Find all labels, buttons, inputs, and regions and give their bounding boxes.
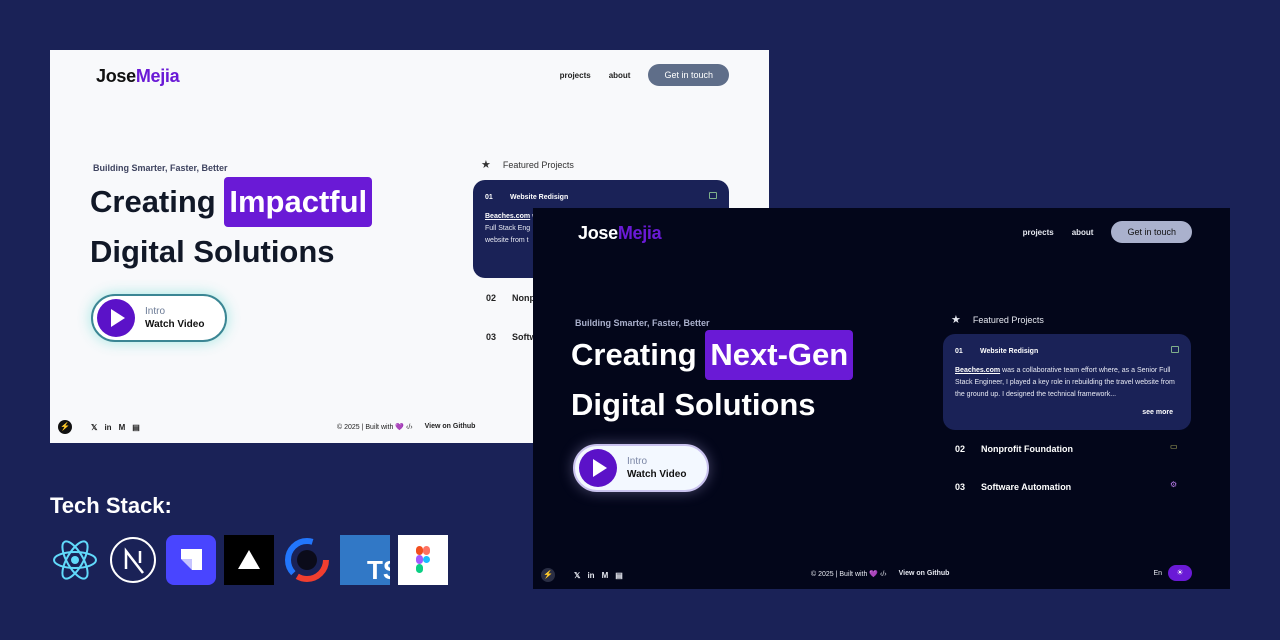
get-in-touch-button[interactable]: Get in touch <box>648 64 729 86</box>
svg-text:TS: TS <box>367 555 390 585</box>
language-label[interactable]: En <box>1153 570 1162 577</box>
project-row[interactable]: 03 Software Automation <box>955 482 1071 492</box>
top-nav: projects about Get in touch <box>1023 221 1192 243</box>
nav-projects-link[interactable]: projects <box>1023 228 1054 237</box>
watch-video-button[interactable]: Intro Watch Video <box>91 294 227 342</box>
monitor-icon <box>709 192 717 199</box>
headline-highlight: Impactful <box>224 177 373 227</box>
nav-projects-link[interactable]: projects <box>560 71 591 80</box>
theme-toggle-sun-icon[interactable]: ☀ <box>1168 565 1192 581</box>
vercel-icon <box>224 535 274 585</box>
dark-mode-screenshot: JoseMejia projects about Get in touch Bu… <box>533 208 1230 589</box>
get-in-touch-button[interactable]: Get in touch <box>1111 221 1192 243</box>
medium-icon[interactable]: M <box>602 571 609 580</box>
resume-icon[interactable]: ▤ <box>132 423 140 432</box>
project-link[interactable]: Beaches.com <box>955 367 1000 374</box>
project-row[interactable]: 03 Softw <box>486 332 537 342</box>
top-nav: projects about Get in touch <box>560 64 729 86</box>
typescript-icon: TS <box>340 535 400 585</box>
footer-center: © 2025 | Built with 💜 ‹/› View on Github <box>337 423 476 431</box>
medium-icon[interactable]: M <box>119 423 126 432</box>
watch-video-button[interactable]: Intro Watch Video <box>573 444 709 492</box>
tech-stack-title: Tech Stack: <box>50 493 172 518</box>
hero-headline: Creating Impactful Digital Solutions <box>90 177 373 277</box>
project-card-expanded[interactable]: 01 Website Redisign Beaches.com was a co… <box>943 334 1191 430</box>
strapi-icon <box>166 535 216 585</box>
sanity-icon <box>282 535 332 585</box>
github-link[interactable]: View on Github <box>425 423 476 431</box>
featured-projects-heading: ★ Featured Projects <box>951 314 1044 326</box>
hero-tagline: Building Smarter, Faster, Better <box>93 163 228 173</box>
footer-center: © 2025 | Built with 💜 ‹/› View on Github <box>811 570 950 578</box>
bolt-icon[interactable]: ⚡ <box>58 420 72 434</box>
react-icon <box>50 535 100 585</box>
site-logo[interactable]: JoseMejia <box>578 223 662 244</box>
see-more-link[interactable]: see more <box>1142 409 1173 416</box>
nav-about-link[interactable]: about <box>1072 228 1094 237</box>
language-switcher: En ☀ <box>1153 565 1192 581</box>
resume-icon[interactable]: ▤ <box>615 571 623 580</box>
gear-icon: ⚙ <box>1170 480 1178 489</box>
monitor-icon: ▭ <box>1170 442 1178 451</box>
project-row[interactable]: 02 Nonprofit Foundation <box>955 444 1073 454</box>
headline-highlight: Next-Gen <box>705 330 854 380</box>
project-row[interactable]: 02 Nonp <box>486 293 535 303</box>
footer-socials: ⚡ 𝕏 in M ▤ <box>58 420 140 434</box>
site-logo[interactable]: JoseMejia <box>96 66 180 87</box>
nav-about-link[interactable]: about <box>609 71 631 80</box>
monitor-icon <box>1171 346 1179 353</box>
hero-tagline: Building Smarter, Faster, Better <box>575 318 710 328</box>
github-link[interactable]: View on Github <box>899 570 950 578</box>
figma-icon <box>398 535 448 585</box>
play-icon <box>579 449 617 487</box>
tech-stack-logos: TS <box>50 535 448 585</box>
nextjs-icon <box>108 535 158 585</box>
x-icon[interactable]: 𝕏 <box>574 571 580 580</box>
bolt-icon[interactable]: ⚡ <box>541 568 555 582</box>
star-icon: ★ <box>951 314 961 326</box>
linkedin-icon[interactable]: in <box>587 571 594 580</box>
linkedin-icon[interactable]: in <box>104 423 111 432</box>
play-icon <box>97 299 135 337</box>
hero-headline: Creating Next-Gen Digital Solutions <box>571 330 854 430</box>
x-icon[interactable]: 𝕏 <box>91 423 97 432</box>
featured-projects-heading: ★ Featured Projects <box>481 159 574 171</box>
project-link[interactable]: Beaches.com <box>485 213 530 220</box>
footer-socials: ⚡ 𝕏 in M ▤ <box>541 568 623 582</box>
star-icon: ★ <box>481 159 491 171</box>
